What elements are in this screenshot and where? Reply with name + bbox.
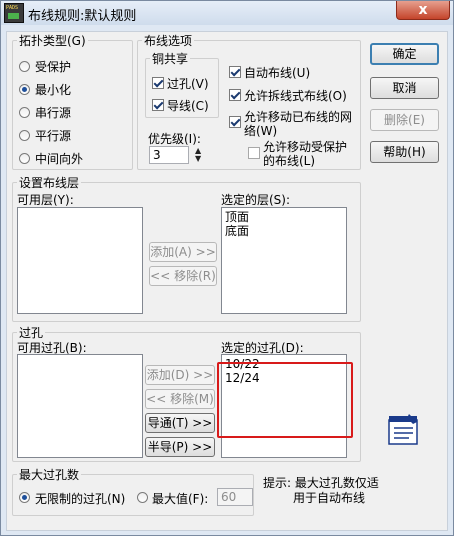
max-vias-radio[interactable]: [137, 492, 148, 503]
selected-layers-list[interactable]: 顶面 底面: [221, 207, 347, 314]
delete-button[interactable]: 删除(E): [370, 109, 439, 131]
unlimited-vias-label[interactable]: 无限制的过孔(N): [35, 490, 125, 507]
close-icon: x: [418, 2, 428, 18]
dialog-window: 布线规则:默认规则 x 拓扑类型(G) 受保护 最小化 串行源 平行源 中间向外…: [0, 0, 454, 536]
available-layers-label: 可用层(Y):: [17, 193, 74, 207]
topology-parallel-radio[interactable]: [19, 130, 30, 141]
dialog-body: 拓扑类型(G) 受保护 最小化 串行源 平行源 中间向外 布线选项 铜共享 过孔…: [6, 31, 448, 531]
topology-minimize-radio[interactable]: [19, 84, 30, 95]
available-layers-list[interactable]: [17, 207, 143, 314]
topology-midout-radio[interactable]: [19, 153, 30, 164]
selected-vias-highlight: [217, 362, 353, 438]
selected-layers-label: 选定的层(S):: [221, 193, 291, 207]
priority-spinner[interactable]: ▲ ▼: [195, 147, 201, 163]
allow-move-routed-checkbox[interactable]: [229, 116, 241, 128]
notepad-icon: [388, 414, 418, 445]
topology-serial-radio[interactable]: [19, 107, 30, 118]
copper-share-legend: 铜共享: [152, 52, 189, 66]
pads-app-icon: [4, 3, 24, 23]
priority-label: 优先级(I):: [148, 132, 201, 146]
max-vias-input[interactable]: 60: [217, 488, 253, 506]
max-vias-legend: 最大过孔数: [19, 468, 80, 482]
close-button[interactable]: x: [396, 1, 450, 20]
layers-legend: 设置布线层: [19, 176, 80, 190]
topology-midout-label[interactable]: 中间向外: [35, 150, 83, 167]
max-vias-label[interactable]: 最大值(F):: [152, 490, 208, 507]
half-conduct-via-button[interactable]: 半导(P) >>: [145, 437, 215, 457]
share-via-label[interactable]: 过孔(V): [167, 75, 209, 92]
share-wire-label[interactable]: 导线(C): [167, 97, 209, 114]
priority-input[interactable]: 3: [149, 146, 189, 164]
window-title: 布线规则:默认规则: [28, 9, 137, 24]
share-via-checkbox[interactable]: [152, 77, 164, 89]
allow-move-protected-checkbox[interactable]: [248, 147, 260, 159]
topology-parallel-label[interactable]: 平行源: [35, 127, 71, 144]
auto-route-label[interactable]: 自动布线(U): [244, 64, 310, 81]
help-button[interactable]: 帮助(H): [370, 141, 439, 163]
routing-options-legend: 布线选项: [144, 34, 193, 48]
hint-line-2: 用于自动布线: [293, 491, 366, 505]
topology-serial-label[interactable]: 串行源: [35, 104, 71, 121]
topology-minimize-label[interactable]: 最小化: [35, 81, 71, 98]
topology-legend: 拓扑类型(G): [19, 34, 86, 48]
allow-split-checkbox[interactable]: [229, 89, 241, 101]
unlimited-vias-radio[interactable]: [19, 492, 30, 503]
list-item[interactable]: 底面: [225, 224, 343, 238]
add-layer-button[interactable]: 添加(A) >>: [149, 242, 217, 262]
ok-button[interactable]: 确定: [370, 43, 439, 65]
remove-via-button[interactable]: << 移除(M): [145, 389, 215, 409]
allow-split-label[interactable]: 允许拆线式布线(O): [244, 87, 347, 104]
remove-layer-button[interactable]: << 移除(R): [149, 266, 217, 286]
available-vias-list[interactable]: [17, 354, 143, 458]
allow-move-routed-label[interactable]: 允许移动已布线的网络(W): [244, 110, 354, 138]
allow-move-protected-label[interactable]: 允许移动受保护的布线(L): [263, 140, 355, 168]
auto-route-checkbox[interactable]: [229, 66, 241, 78]
share-wire-checkbox[interactable]: [152, 99, 164, 111]
list-item[interactable]: 顶面: [225, 210, 343, 224]
conduct-via-button[interactable]: 导通(T) >>: [145, 413, 215, 433]
topology-protected-radio[interactable]: [19, 61, 30, 72]
add-via-button[interactable]: 添加(D) >>: [145, 365, 215, 385]
topology-protected-label[interactable]: 受保护: [35, 58, 71, 75]
title-bar: 布线规则:默认规则 x: [1, 1, 453, 25]
cancel-button[interactable]: 取消: [370, 77, 439, 99]
